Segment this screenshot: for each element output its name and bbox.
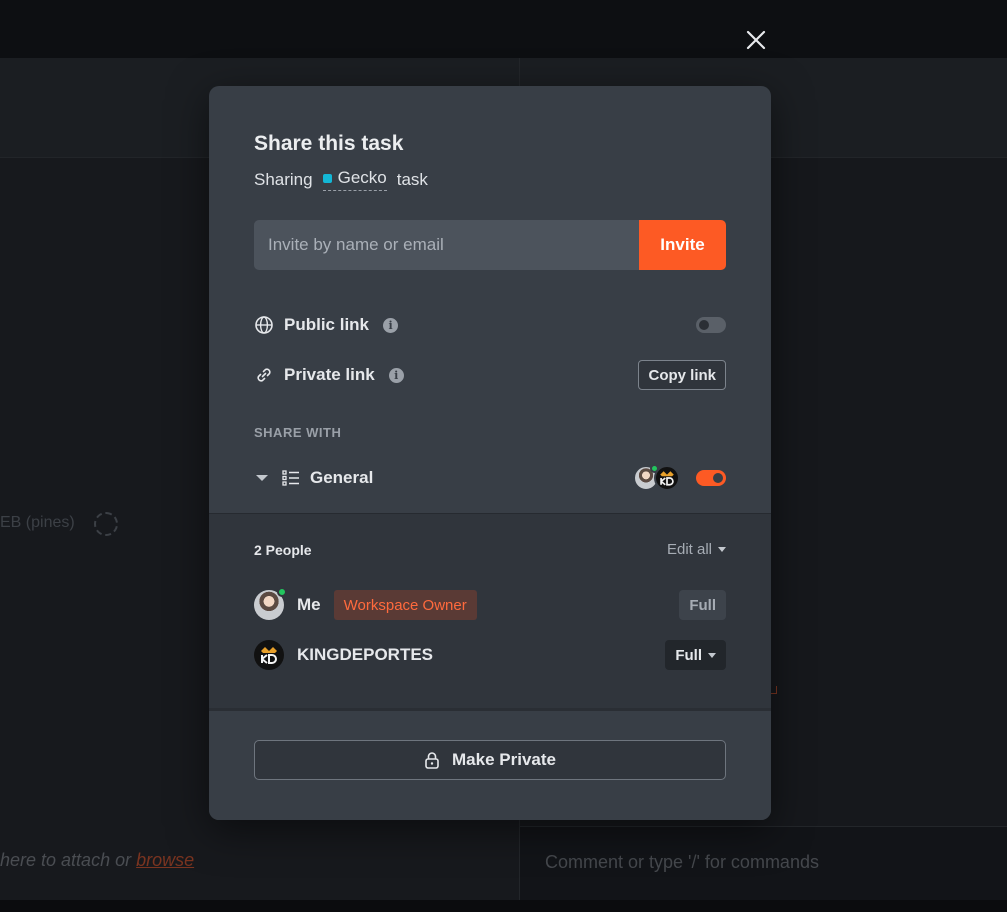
shared-avatars[interactable]	[633, 464, 680, 491]
app-topbar	[0, 0, 1007, 58]
task-name: Gecko	[337, 168, 387, 187]
permission-label: Full	[675, 646, 702, 664]
info-icon[interactable]: i	[388, 367, 404, 383]
people-count: 2 People	[254, 542, 312, 558]
modal-title: Share this task	[254, 132, 404, 155]
caret-down-icon	[718, 547, 726, 552]
bottom-bar	[0, 900, 1007, 912]
person-row-kingdeportes: KINGDEPORTES Full	[254, 639, 726, 671]
subtitle-prefix: Sharing	[254, 169, 313, 189]
permission-dropdown[interactable]: Full	[665, 640, 726, 670]
faded-task-label: EB (pines)	[0, 514, 75, 531]
subtitle-suffix: task	[396, 169, 428, 189]
invite-box: Invite	[254, 220, 726, 270]
workspace-owner-badge: Workspace Owner	[333, 590, 477, 620]
share-list-name: General	[310, 468, 374, 487]
make-private-button[interactable]: Make Private	[254, 740, 726, 780]
corner-mark	[771, 686, 777, 694]
edit-all-label: Edit all	[666, 541, 712, 558]
share-with-heading: SHARE WITH	[254, 425, 342, 440]
public-link-label: Public link	[284, 315, 370, 334]
public-link-row: Public link i	[254, 310, 726, 340]
share-modal: Share this task Sharing Gecko task Invit…	[209, 86, 771, 820]
kingdeportes-avatar	[654, 465, 680, 491]
task-color-dot	[322, 173, 332, 183]
modal-subtitle: Sharing Gecko task	[254, 168, 428, 191]
share-list-row: General	[254, 463, 726, 493]
edit-all-dropdown[interactable]: Edit all	[667, 541, 726, 558]
chevron-down-icon[interactable]	[256, 475, 268, 481]
attach-prefix: here to attach or	[0, 850, 137, 870]
link-icon	[257, 368, 271, 382]
person-name: KINGDEPORTES	[297, 645, 434, 664]
comment-input[interactable]: Comment or type '/' for commands	[545, 852, 819, 873]
kd-logo-icon	[660, 471, 674, 486]
person-name: Me	[297, 595, 321, 614]
permission-label: Full	[679, 590, 726, 620]
make-private-label: Make Private	[452, 750, 556, 769]
people-section: 2 People Edit all Me Workspace Owner Ful…	[209, 513, 771, 708]
kd-logo-icon	[261, 647, 277, 664]
public-link-toggle[interactable]	[696, 317, 726, 333]
person-row-me: Me Workspace Owner Full	[254, 587, 726, 621]
close-icon[interactable]	[744, 28, 768, 52]
globe-icon	[255, 316, 273, 334]
private-link-label: Private link	[284, 365, 375, 384]
kingdeportes-avatar	[254, 640, 284, 670]
make-private-section: Make Private	[209, 708, 771, 820]
lock-icon	[425, 752, 439, 769]
online-status-dot	[277, 587, 287, 597]
browse-link[interactable]: browse	[136, 850, 194, 870]
copy-link-button[interactable]: Copy link	[638, 360, 726, 390]
attachment-dropzone-text: here to attach or browse	[0, 850, 194, 871]
list-icon	[282, 470, 299, 486]
invite-button[interactable]: Invite	[639, 220, 726, 270]
invite-input[interactable]	[254, 220, 639, 270]
task-chip[interactable]: Gecko	[322, 168, 387, 191]
info-icon[interactable]: i	[383, 317, 399, 333]
private-link-row: Private link i Copy link	[254, 360, 726, 390]
assignee-placeholder-icon	[94, 512, 118, 536]
caret-down-icon	[708, 652, 716, 658]
share-list-toggle[interactable]	[696, 470, 726, 486]
share-settings-section: Share this task Sharing Gecko task Invit…	[209, 86, 771, 513]
me-avatar	[254, 587, 287, 620]
